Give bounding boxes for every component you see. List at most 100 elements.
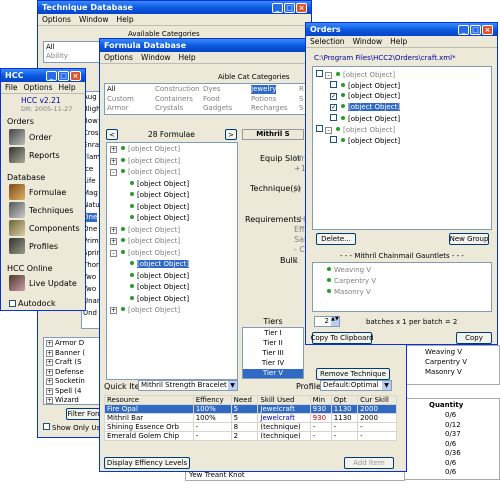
column-header[interactable]: Min [309,395,332,405]
formula-tree-item[interactable]: [object Object] [128,203,189,212]
delete-button[interactable]: Delete... [316,233,356,245]
order-checkbox[interactable] [330,114,337,121]
autodock-checkbox[interactable] [9,300,16,307]
menu-selection[interactable]: Selection [310,37,345,46]
category-item[interactable]: Construction [155,85,200,94]
formula-tree-item[interactable]: [object Object] [128,191,189,200]
expand-icon[interactable]: + [110,307,117,314]
close-icon[interactable]: × [70,70,81,81]
technique-tree-item[interactable]: + Wizard [46,396,79,405]
order-checkbox[interactable] [316,125,323,132]
order-checkbox[interactable] [330,81,337,88]
live-update-button[interactable]: Live Update [9,275,77,291]
expand-icon[interactable]: + [46,368,53,376]
menu-window[interactable]: Window [141,53,171,62]
formula-tree-item[interactable]: [object Object] [128,295,189,304]
expand-icon[interactable]: + [46,397,53,404]
column-header[interactable]: Opt [330,395,359,405]
remove-technique-button[interactable]: Remove Technique [316,368,390,380]
title-bar[interactable]: HCC _ □ × [1,69,85,82]
table-row[interactable]: Emerald Golem Chip -2 (technique) - - - [104,431,397,441]
category-list[interactable]: All Ability [43,41,103,63]
category-item[interactable]: R [299,85,304,94]
order-tree-item[interactable]: - [object Object] [316,125,395,135]
expand-icon[interactable]: + [110,146,117,153]
category-item[interactable]: Crystals [155,104,183,113]
formula-tree-item[interactable]: - [object Object] [110,249,180,258]
next-button[interactable]: > [225,129,237,140]
minimize-icon[interactable]: _ [46,70,57,81]
order-tree-item[interactable]: - [object Object] [316,70,395,80]
technique-tree-item[interactable]: + Banner ( [46,349,85,358]
profile-select[interactable]: Default:Optimal ▼ [320,380,392,391]
expand-icon[interactable]: + [110,238,117,245]
expand-icon[interactable]: + [46,340,53,347]
category-item[interactable]: Potions [251,95,276,104]
tier-item[interactable]: Tier III [243,349,303,358]
order-checkbox[interactable]: ✓ [330,93,337,100]
formula-tree-item[interactable]: - [object Object] [110,168,180,177]
category-item[interactable]: Armor [107,104,129,113]
formula-tree-item[interactable]: [object Object] [128,180,189,189]
maximize-icon[interactable]: □ [284,2,295,13]
expand-icon[interactable]: + [46,359,53,366]
close-icon[interactable]: × [482,24,493,35]
batch-count-input[interactable]: 2 ▲▼ [314,316,340,327]
new-group-button[interactable]: New Group [449,233,489,245]
order-button[interactable]: Order [9,129,52,145]
spinner-icon[interactable]: ▲▼ [331,317,339,326]
category-ability[interactable]: Ability [46,52,68,61]
show-only-checkbox[interactable] [43,423,50,430]
dropdown-arrow-icon[interactable]: ▼ [228,381,237,390]
category-item[interactable]: Recharges [251,104,288,113]
menu-options[interactable]: Options [104,53,133,62]
formula-tree-item[interactable]: + [object Object] [110,145,180,154]
close-icon[interactable]: × [296,2,307,13]
table-row[interactable]: Shining Essence Orb -8 (technique) - - - [104,422,397,432]
add-item-button[interactable]: Add Item [344,457,394,469]
menu-help[interactable]: Help [179,53,196,62]
show-only-usable[interactable]: Show Only Usa [43,423,104,433]
tier-item[interactable]: Tier IV [243,359,303,368]
menu-options[interactable]: Options [24,83,53,92]
order-tree-item[interactable]: [object Object] [330,81,400,91]
column-header[interactable]: Resource [104,395,194,405]
resource-table[interactable]: Resource Effiency Need Skill Used Min Opt Cur … [104,395,397,441]
category-item[interactable]: Gadgets [203,104,232,113]
formula-tree-item[interactable]: + [object Object] [110,226,180,235]
minimize-icon[interactable]: _ [272,2,283,13]
technique-tree-item[interactable]: + Spell (4 [46,387,82,396]
expand-icon[interactable]: + [46,378,53,385]
maximize-icon[interactable]: □ [470,24,481,35]
dropdown-arrow-icon[interactable]: ▼ [382,381,391,390]
category-item[interactable]: S [299,95,303,104]
category-item[interactable]: S [299,104,303,113]
menu-help[interactable]: Help [59,83,76,92]
category-item[interactable]: Jewelry [251,85,277,94]
technique-tree[interactable]: + Armor D + Banner (+ Craft (S + Defense + Socke… [43,337,105,405]
expand-icon[interactable]: - [110,169,117,176]
category-item[interactable]: Containers [155,95,193,104]
order-tree-item[interactable]: [object Object] [330,114,400,124]
prev-button[interactable]: < [106,129,118,140]
category-all[interactable]: All [46,43,55,52]
order-tree-item[interactable]: ✓ [object Object] [330,103,401,112]
quick-item-select[interactable]: Mithril Strength Bracelet ▼ [138,380,238,391]
category-item[interactable]: Food [203,95,220,104]
column-header[interactable]: Need [230,395,259,405]
technique-tree-item[interactable]: + Defense [46,368,84,377]
technique-tree-item[interactable]: + Socketin [46,377,85,386]
order-tree-item[interactable]: [object Object] [330,136,400,146]
order-tree-item[interactable]: ✓ [object Object] [330,92,400,101]
technique-tree-item[interactable]: + Craft (S [46,358,82,367]
technique-tree-item[interactable]: + Armor D [46,339,84,348]
title-bar[interactable]: Technique Database _ □ × [38,1,311,14]
order-checkbox[interactable]: ✓ [330,104,337,111]
formula-tree[interactable]: + [object Object] + [object Object] - [object… [106,142,238,380]
column-header[interactable]: Cur Skill [357,395,397,405]
copy-button[interactable]: Copy [456,332,492,344]
table-row[interactable]: Fire Opal 100% 5 Jewelcraft 930 1130 2000 [104,404,397,414]
order-checkbox[interactable] [330,136,337,143]
column-header[interactable]: Skill Used [257,395,311,405]
category-item[interactable]: Dyes [203,85,221,94]
